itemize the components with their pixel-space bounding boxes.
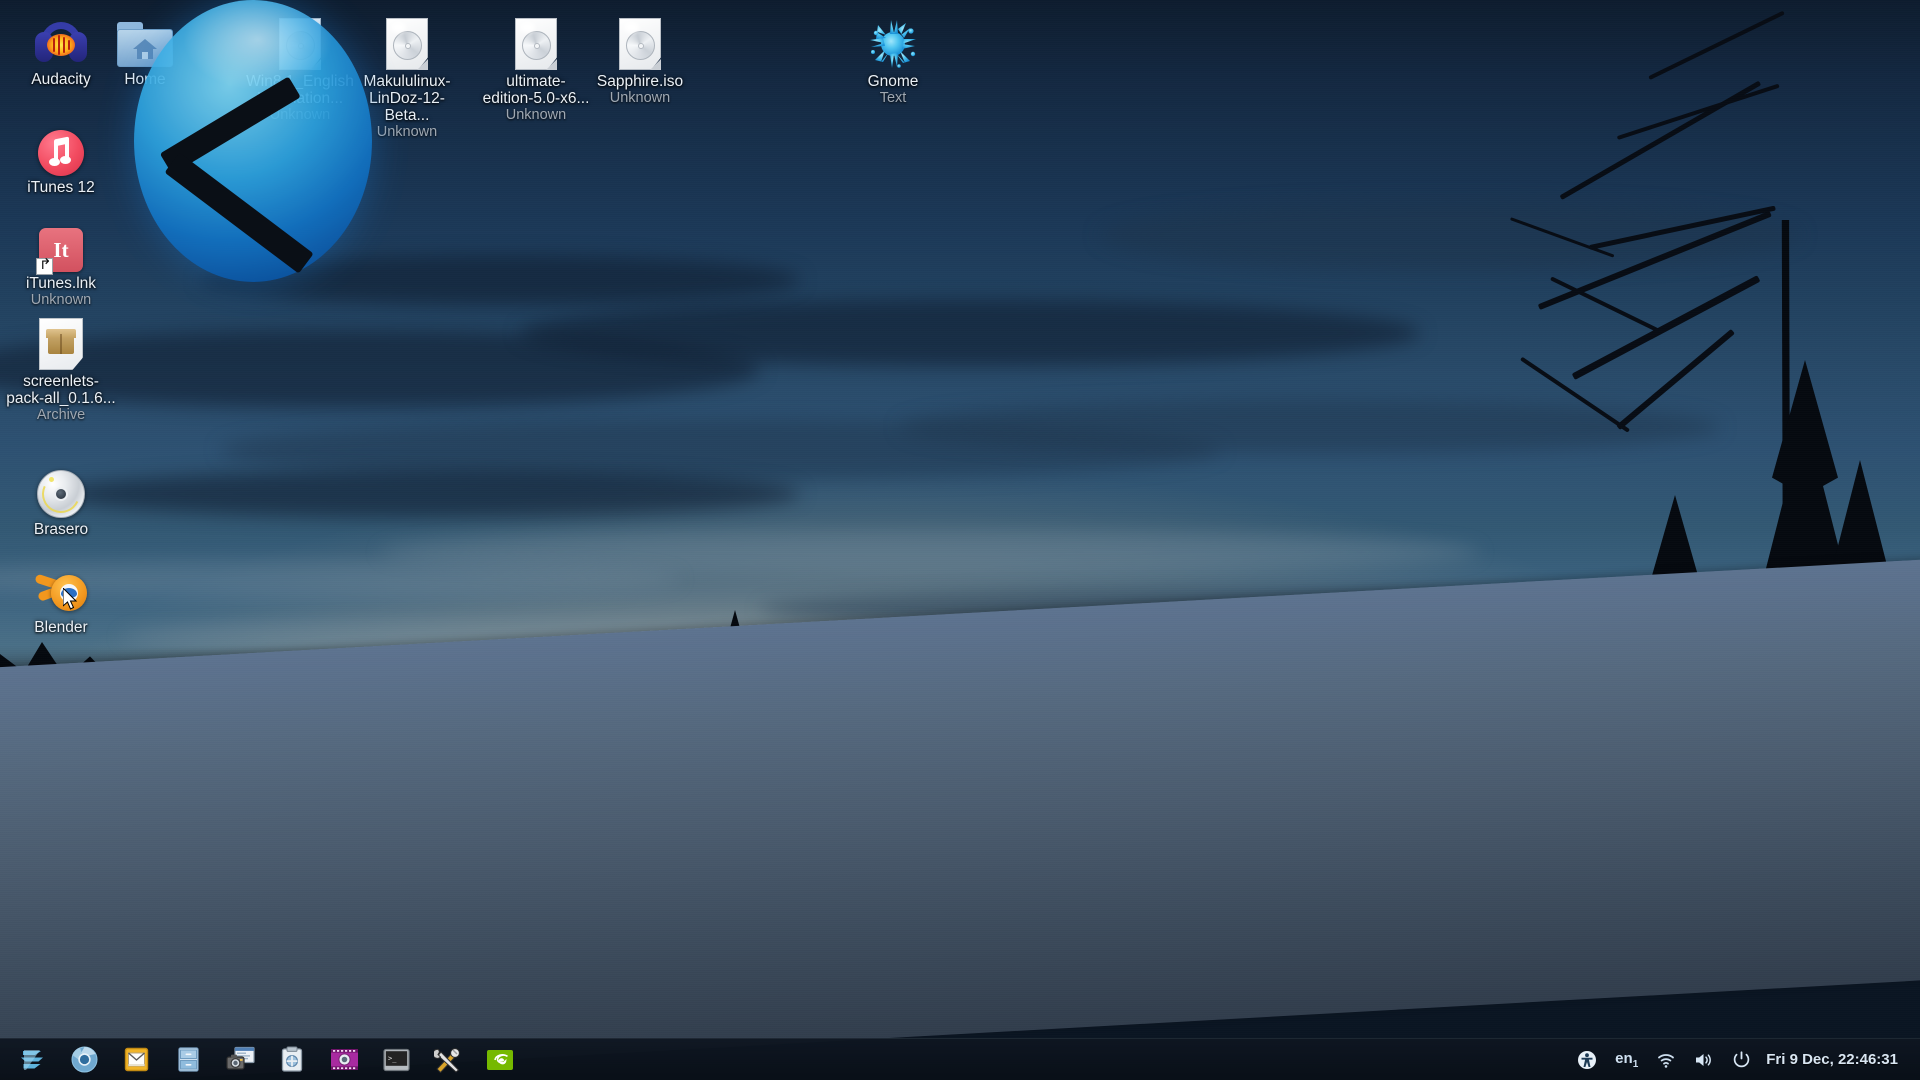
system-tools-button[interactable] — [422, 1040, 474, 1080]
accessibility-button[interactable] — [1568, 1040, 1606, 1080]
desktop-icon-itunes-12[interactable]: iTunes 12 — [6, 118, 116, 196]
power-icon — [1732, 1050, 1751, 1069]
desktop-icon-type: Unknown — [585, 90, 695, 106]
desktop-icon-win81-iso[interactable]: Win8.1_EnglishInternation... Unknown — [245, 12, 355, 123]
disc-image-icon — [245, 12, 355, 70]
blender-icon — [6, 558, 116, 616]
file-manager-button[interactable] — [162, 1040, 214, 1080]
zorin-menu-icon — [19, 1047, 45, 1073]
desktop-icon-screenlets-archive[interactable]: screenlets-pack-all_0.1.6... Archive — [6, 312, 116, 423]
desktop-icon-type: Unknown — [6, 292, 116, 308]
terminal-button[interactable]: >_ — [370, 1040, 422, 1080]
desktop-icon-sapphire-iso[interactable]: Sapphire.iso Unknown — [585, 12, 695, 106]
desktop-icon-grid: Audacity Home Win8.1_EnglishInternation.… — [0, 0, 1920, 1080]
taskbar-launchers: >_ — [0, 1040, 526, 1080]
desktop-icon-type: Unknown — [245, 107, 355, 123]
taskbar: >_ — [0, 1038, 1920, 1080]
svg-text:>_: >_ — [388, 1054, 397, 1062]
keyboard-layout-label: en — [1615, 1050, 1633, 1067]
desktop-icon-blender[interactable]: Blender — [6, 558, 116, 636]
screenshot-button[interactable] — [214, 1040, 266, 1080]
desktop-icon-label: Sapphire.iso — [585, 73, 695, 90]
camera-screenshot-icon — [226, 1046, 255, 1073]
desktop-icon-type: Archive — [6, 407, 116, 423]
nvidia-icon — [486, 1049, 514, 1071]
brasero-disc-icon — [6, 460, 116, 518]
splat-icon — [838, 12, 948, 70]
itunes-shortcut-icon: It — [6, 214, 116, 272]
disc-image-icon — [352, 12, 462, 70]
film-strip-icon — [330, 1047, 359, 1072]
chromium-button[interactable] — [58, 1040, 110, 1080]
desktop-icon-label: ultimate-edition-5.0-x6... — [481, 73, 591, 107]
clock[interactable]: Fri 9 Dec, 22:46:31 — [1760, 1051, 1910, 1068]
mail-button[interactable] — [110, 1040, 162, 1080]
desktop-icon-label: Home — [90, 71, 200, 88]
keyboard-layout-indicator[interactable]: en1 — [1606, 1040, 1647, 1080]
desktop-icon-label: iTunes 12 — [6, 179, 116, 196]
nvidia-settings-button[interactable] — [474, 1040, 526, 1080]
tools-wrench-screwdriver-icon — [434, 1047, 462, 1073]
archive-icon — [6, 312, 116, 370]
disc-image-icon — [481, 12, 591, 70]
chromium-icon — [71, 1046, 98, 1073]
file-cabinet-icon — [176, 1046, 201, 1073]
desktop-icon-label: Makululinux-LinDoz-12-Beta... — [352, 73, 462, 124]
desktop-icon-label: Gnome — [838, 73, 948, 90]
desktop-icon-home[interactable]: Home — [90, 10, 200, 88]
power-button[interactable] — [1723, 1040, 1760, 1080]
desktop-icon-label: Win8.1_EnglishInternation... — [245, 73, 355, 107]
desktop-icon-makulu-iso[interactable]: Makululinux-LinDoz-12-Beta... Unknown — [352, 12, 462, 140]
desktop-icon-ultimate-edition-iso[interactable]: ultimate-edition-5.0-x6... Unknown — [481, 12, 591, 123]
disc-image-icon — [585, 12, 695, 70]
volume-icon — [1694, 1051, 1714, 1069]
keyboard-layout-index: 1 — [1633, 1059, 1639, 1070]
mail-envelope-icon — [123, 1046, 150, 1073]
terminal-icon: >_ — [383, 1048, 410, 1072]
wifi-icon — [1656, 1051, 1676, 1069]
desktop-icon-itunes-lnk[interactable]: It iTunes.lnk Unknown — [6, 214, 116, 308]
desktop-icon-brasero[interactable]: Brasero — [6, 460, 116, 538]
desktop-icon-label: screenlets-pack-all_0.1.6... — [6, 373, 116, 407]
clipboard-icon — [280, 1046, 304, 1073]
zorin-menu-button[interactable] — [6, 1040, 58, 1080]
desktop-icon-type: Unknown — [481, 107, 591, 123]
desktop-icon-label: iTunes.lnk — [6, 275, 116, 292]
volume-button[interactable] — [1685, 1040, 1723, 1080]
system-tray: en1 — [1568, 1040, 1920, 1080]
itunes-icon — [6, 118, 116, 176]
desktop-icon-type: Unknown — [352, 124, 462, 140]
mouse-cursor — [63, 588, 79, 612]
clipboard-button[interactable] — [266, 1040, 318, 1080]
home-folder-icon — [90, 10, 200, 68]
desktop-icon-label: Brasero — [6, 521, 116, 538]
desktop-icon-type: Text — [838, 90, 948, 106]
accessibility-icon — [1577, 1050, 1597, 1070]
desktop-icon-label: Blender — [6, 619, 116, 636]
video-player-button[interactable] — [318, 1040, 370, 1080]
desktop-icon-gnome[interactable]: Gnome Text — [838, 12, 948, 106]
network-button[interactable] — [1647, 1040, 1685, 1080]
